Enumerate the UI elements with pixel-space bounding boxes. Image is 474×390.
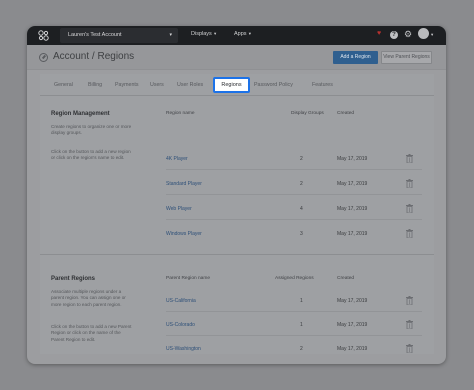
row-divider (166, 194, 422, 195)
column-header-display-groups: Display Groups (291, 111, 324, 116)
add-region-button[interactable]: Add a Region (333, 51, 378, 64)
section-description: Associate multiple regions under a paren… (51, 289, 126, 307)
parent-region-name-link[interactable]: US-California (166, 298, 196, 304)
trash-icon[interactable] (406, 296, 413, 305)
section-divider (40, 254, 434, 255)
trash-icon[interactable] (406, 179, 413, 188)
tab-payments[interactable]: Payments (115, 82, 139, 88)
chevron-down-icon: ▾ (247, 31, 252, 36)
tab-general[interactable]: General (54, 82, 73, 88)
page-header: Account / Regions Add a Region View Pare… (27, 45, 446, 70)
avatar[interactable] (418, 28, 429, 39)
column-header-parent-region-name: Parent Region name (166, 276, 210, 281)
display-groups-count: 2 (300, 181, 303, 187)
parent-region-name-link[interactable]: US-Colorado (166, 322, 195, 328)
created-date: May 17, 2019 (337, 346, 368, 352)
created-date: May 17, 2019 (337, 322, 368, 328)
region-name-link[interactable]: Web Player (166, 206, 192, 212)
tab-bar: General Billing Payments Users User Role… (40, 74, 434, 96)
gear-icon[interactable]: ⚙ (404, 29, 412, 40)
created-date: May 17, 2019 (337, 231, 368, 237)
created-date: May 17, 2019 (337, 206, 368, 212)
region-name-link[interactable]: Standard Player (166, 181, 202, 187)
tab-billing[interactable]: Billing (88, 82, 102, 88)
display-groups-count: 4 (300, 206, 303, 212)
trash-icon[interactable] (406, 229, 413, 238)
created-date: May 17, 2019 (337, 181, 368, 187)
row-divider (166, 335, 422, 336)
tab-regions[interactable]: Regions (213, 77, 250, 93)
section-description: Click on the button to add a new region … (51, 149, 131, 161)
nav-displays[interactable]: Displays ▾ (191, 31, 216, 37)
row-divider (166, 219, 422, 220)
view-parent-regions-button[interactable]: View Parent Regions (381, 51, 432, 64)
region-name-link[interactable]: 4K Player (166, 156, 188, 162)
trash-icon[interactable] (406, 344, 413, 353)
tab-users[interactable]: Users (150, 82, 164, 88)
section-title-parent-regions: Parent Regions (51, 276, 96, 282)
account-name: Lauren's Test Account (68, 32, 122, 38)
page-title: Account / Regions (53, 51, 135, 62)
column-header-created: Created (337, 111, 355, 116)
row-divider (166, 311, 422, 312)
nav-apps[interactable]: Apps ▾ (234, 31, 251, 37)
column-header-created: Created (337, 276, 355, 281)
trash-icon[interactable] (406, 320, 413, 329)
gauge-icon (39, 53, 48, 62)
parent-region-name-link[interactable]: US-Washington (166, 346, 201, 352)
section-description: Click on the button to add a new Parent … (51, 324, 132, 342)
region-name-link[interactable]: Windows Player (166, 231, 202, 237)
column-header-region-name: Region name (166, 111, 195, 116)
chevron-down-icon: ▾ (212, 31, 217, 36)
settings-card: General Billing Payments Users User Role… (40, 74, 434, 354)
tab-features[interactable]: Features (312, 82, 333, 88)
display-groups-count: 2 (300, 156, 303, 162)
chevron-down-icon: ▾ (169, 32, 172, 38)
assigned-regions-count: 1 (300, 298, 303, 304)
trash-icon[interactable] (406, 154, 413, 163)
column-header-assigned-regions: Assigned Regions (275, 276, 314, 281)
account-selector[interactable]: Lauren's Test Account ▾ (60, 28, 178, 43)
assigned-regions-count: 2 (300, 346, 303, 352)
top-navbar: Lauren's Test Account ▾ Displays ▾ Apps … (27, 26, 446, 45)
assigned-regions-count: 1 (300, 322, 303, 328)
section-description: Create regions to organize one or more d… (51, 124, 132, 136)
display-groups-count: 3 (300, 231, 303, 237)
row-divider (166, 169, 422, 170)
tab-user-roles[interactable]: User Roles (177, 82, 203, 88)
logo-icon[interactable] (38, 30, 49, 41)
created-date: May 17, 2019 (337, 156, 368, 162)
created-date: May 17, 2019 (337, 298, 368, 304)
heart-icon[interactable]: ♥ (377, 30, 381, 37)
chevron-down-icon[interactable]: ▾ (431, 32, 433, 38)
tab-password-policy[interactable]: Password Policy (254, 82, 293, 88)
app-window: Lauren's Test Account ▾ Displays ▾ Apps … (27, 26, 446, 364)
section-title-region-management: Region Management (51, 111, 110, 117)
help-icon[interactable]: ? (390, 31, 398, 39)
trash-icon[interactable] (406, 204, 413, 213)
